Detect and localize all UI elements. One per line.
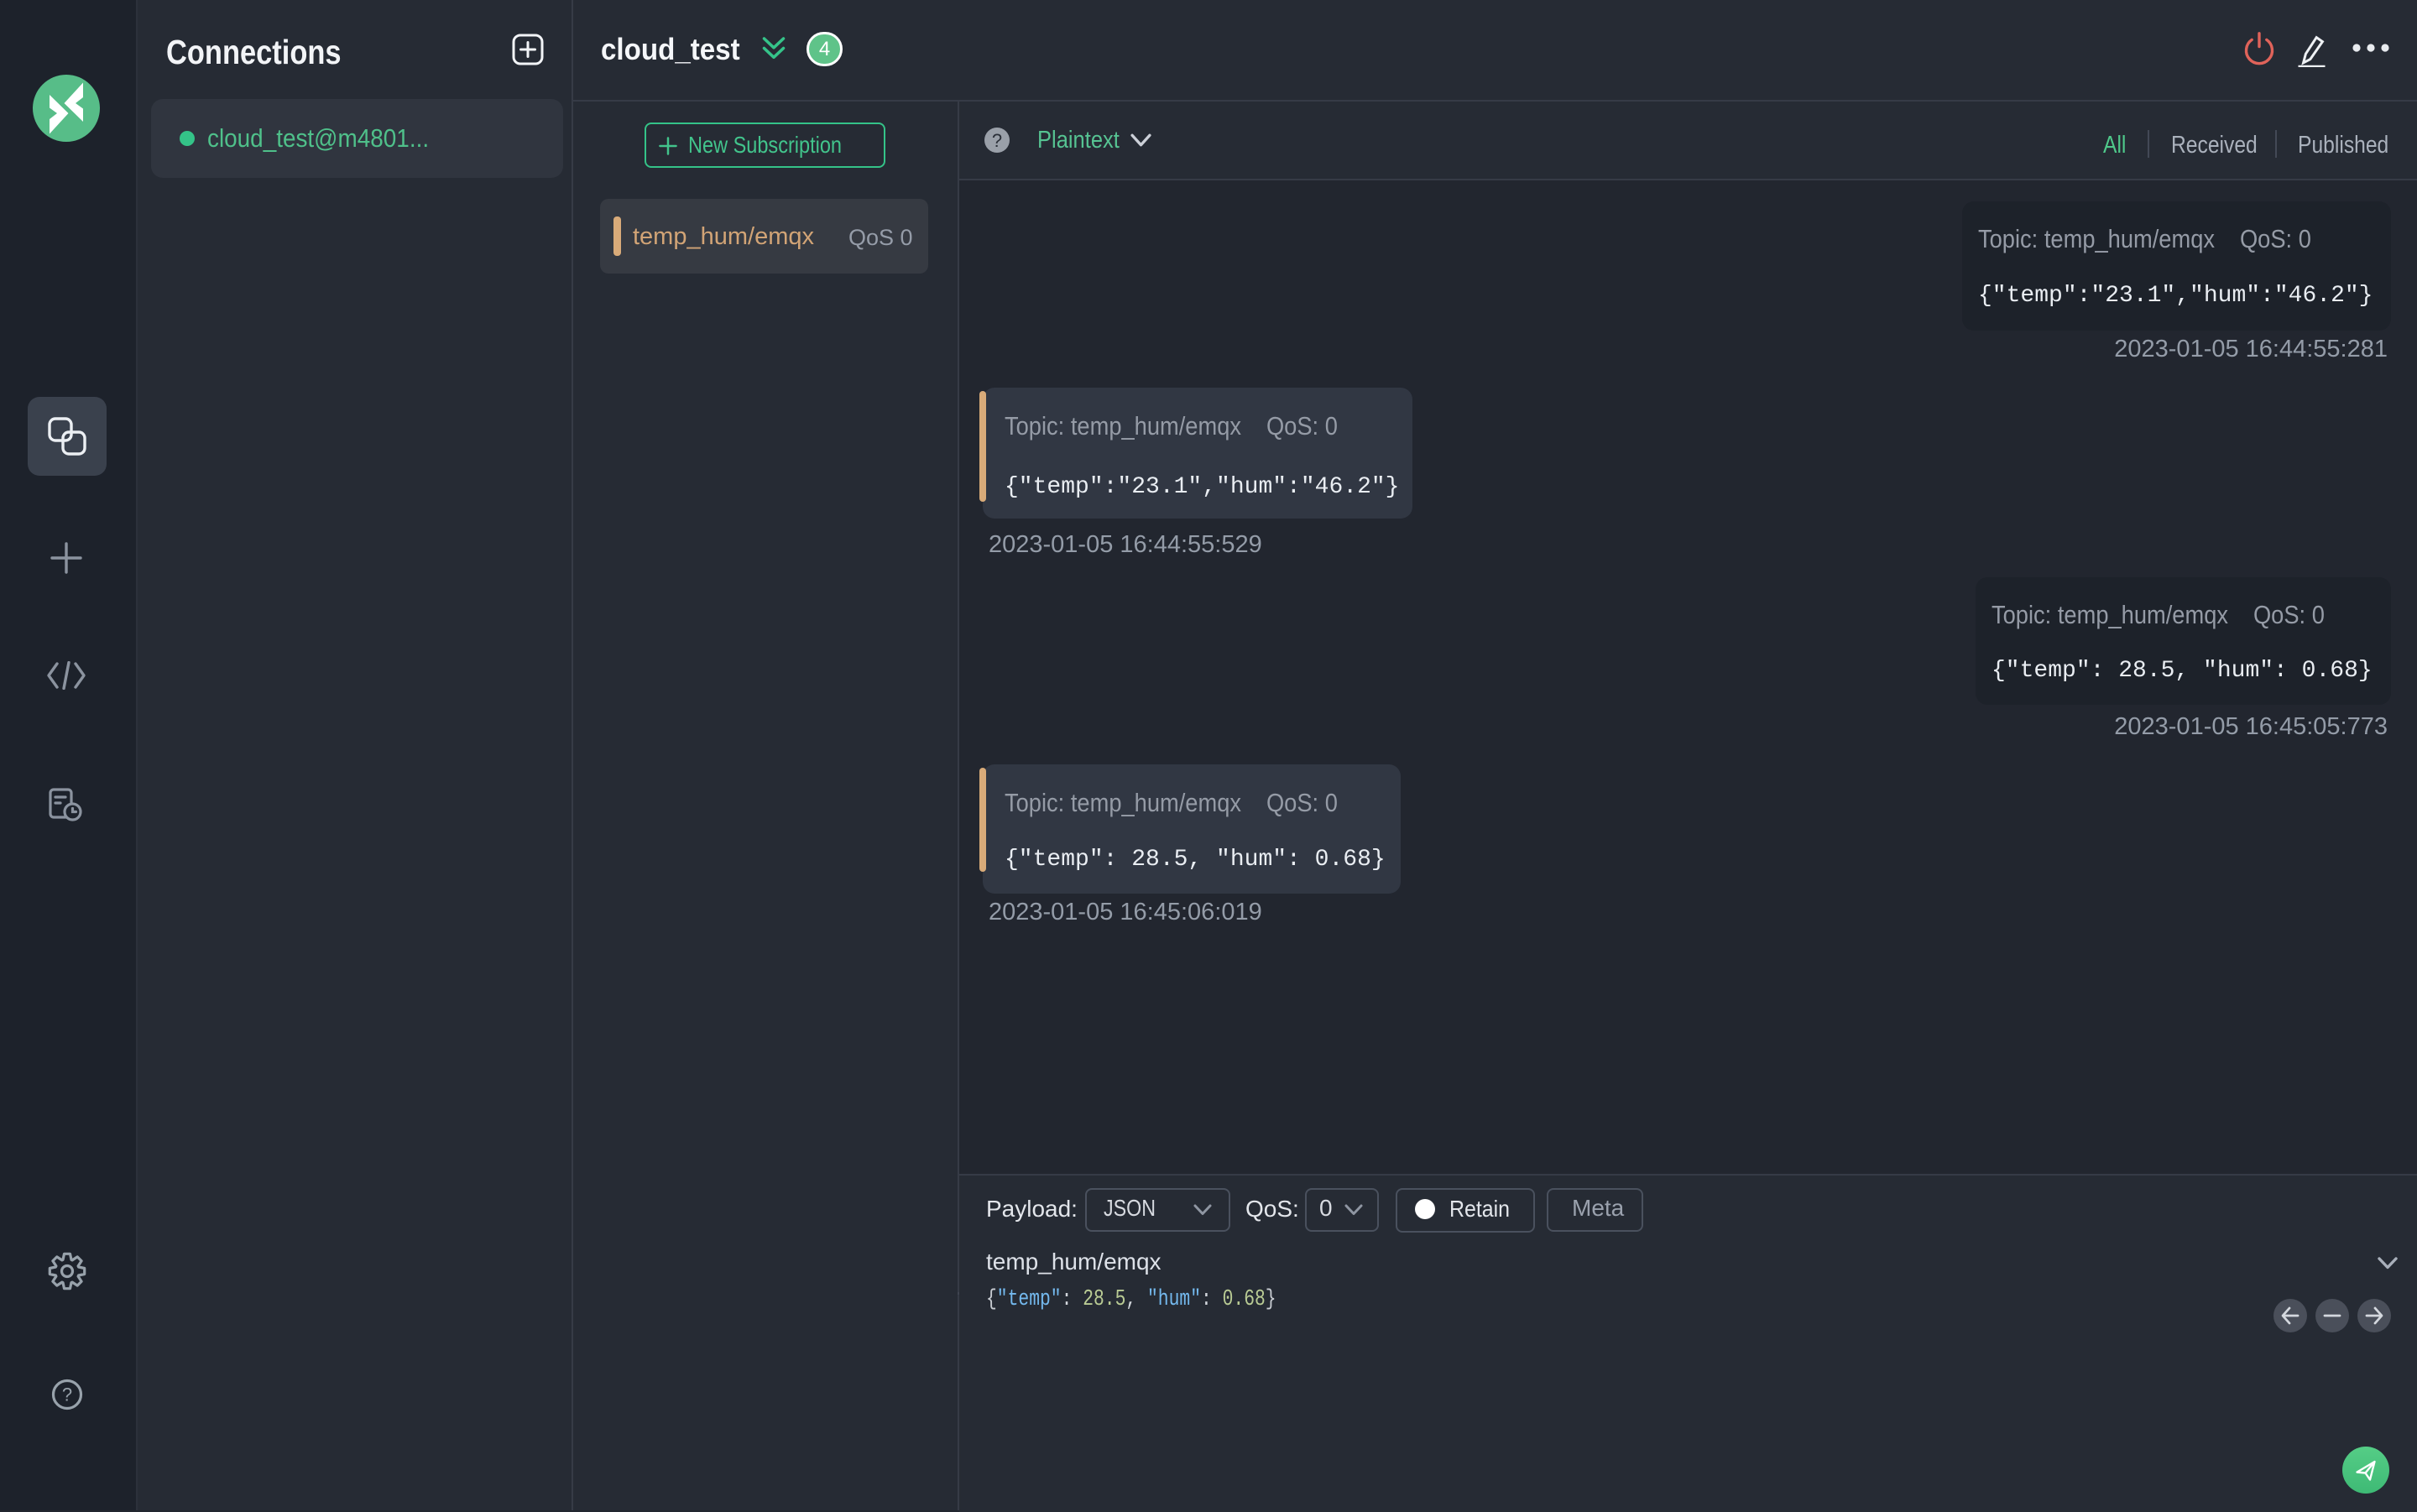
svg-text:?: ? <box>62 1384 72 1405</box>
